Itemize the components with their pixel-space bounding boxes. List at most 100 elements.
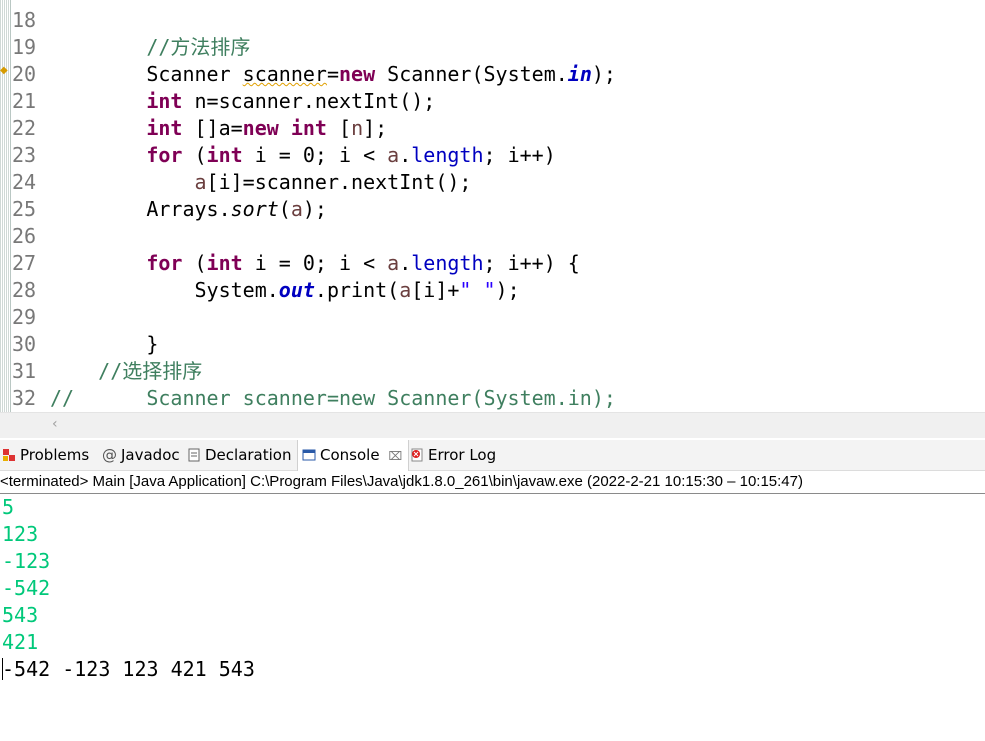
code-token: a — [290, 197, 303, 221]
code-token: System. — [50, 278, 279, 302]
console-input-line: 421 — [2, 630, 39, 654]
code-token: int — [146, 89, 183, 113]
code-text[interactable]: a[i]=scanner.nextInt(); — [50, 169, 472, 196]
code-token: ); — [302, 197, 327, 221]
code-token: []a= — [182, 116, 243, 140]
tab-error-log[interactable]: Error Log — [410, 440, 496, 470]
line-number: 20 — [12, 62, 37, 86]
code-token: ); — [495, 278, 520, 302]
line-number: 23 — [12, 143, 37, 167]
code-token: ]; — [363, 116, 388, 140]
line-number: 31 — [12, 359, 37, 383]
tab-problems[interactable]: Problems — [2, 440, 89, 470]
javadoc-icon: @ — [102, 446, 117, 464]
tab-label: Error Log — [428, 446, 497, 464]
code-token: . — [399, 143, 412, 167]
console-input-line: -542 — [2, 576, 51, 600]
view-tab-bar: Problems @ Javadoc Declaration Console ⌧ … — [0, 440, 985, 471]
close-icon[interactable]: ⌧ — [388, 449, 402, 463]
code-text[interactable]: //选择排序 — [50, 358, 202, 385]
code-token: .print( — [314, 278, 400, 302]
code-token: " " — [459, 278, 496, 302]
code-token: sort — [230, 197, 279, 221]
code-text[interactable]: int n=scanner.nextInt(); — [50, 88, 435, 115]
code-text[interactable]: } — [50, 331, 158, 358]
tab-label: Javadoc — [121, 446, 180, 464]
error-log-icon — [410, 442, 424, 462]
code-text[interactable]: Scanner scanner=new Scanner(System.in); — [50, 61, 616, 88]
line-number: 25 — [12, 197, 37, 221]
line-number: 27 — [12, 251, 37, 275]
code-token: int — [146, 116, 183, 140]
code-token: n=scanner.nextInt(); — [182, 89, 436, 113]
code-text[interactable]: for (int i = 0; i < a.length; i++) — [50, 142, 556, 169]
code-text[interactable]: int []a=new int [n]; — [50, 115, 387, 142]
declaration-icon — [187, 442, 201, 462]
code-token: in — [567, 62, 592, 86]
problems-icon — [2, 442, 16, 461]
code-token: ; i++) — [483, 143, 556, 167]
code-token: for — [146, 143, 183, 167]
code-token: out — [278, 278, 315, 302]
program-output-line: -542 -123 123 421 543 — [2, 657, 255, 681]
code-token: [i]+ — [411, 278, 460, 302]
console-output[interactable]: 5 123 -123 -542 543 421 -542 -123 123 421 543 — [0, 494, 985, 741]
code-token: i = 0; i < — [242, 251, 388, 275]
line-number: 22 — [12, 116, 37, 140]
code-token: . — [399, 251, 412, 275]
code-token: = — [326, 62, 339, 86]
tab-console[interactable]: Console ⌧ — [297, 440, 410, 471]
code-text[interactable]: System.out.print(a[i]+" "); — [50, 277, 520, 304]
code-token: ( — [182, 143, 207, 167]
code-editor[interactable]: ◆ 18 19 //方法排序 20 Scanner scanner=new Scan… — [0, 0, 985, 412]
code-text[interactable]: //方法排序 — [50, 34, 250, 61]
tab-declaration[interactable]: Declaration — [187, 440, 291, 470]
console-input-line: 5 — [2, 495, 15, 519]
code-token: length — [411, 251, 484, 275]
code-token: [ — [326, 116, 352, 140]
horizontal-scrollbar[interactable]: ‹ — [0, 412, 985, 438]
console-status-line: <terminated> Main [Java Application] C:\… — [0, 471, 985, 494]
scroll-left-icon[interactable]: ‹ — [52, 416, 58, 432]
line-number: 18 — [12, 8, 37, 32]
code-token: // Scanner scanner=new Scanner(System.in… — [50, 386, 616, 410]
console-icon — [302, 442, 316, 461]
code-token: scanner — [242, 62, 327, 86]
code-token: Scanner — [50, 62, 243, 86]
line-number: 24 — [12, 170, 37, 194]
scrollbar-track[interactable] — [66, 421, 966, 429]
code-text[interactable]: for (int i = 0; i < a.length; i++) { — [50, 250, 580, 277]
code-token: for — [146, 251, 183, 275]
code-token: Scanner(System. — [375, 62, 568, 86]
text-caret — [2, 658, 3, 680]
line-number: 32 — [12, 386, 37, 410]
code-token: ; i++) { — [483, 251, 580, 275]
code-token: a — [387, 143, 400, 167]
code-token: int — [206, 251, 243, 275]
code-text[interactable]: // Scanner scanner=new Scanner(System.in… — [50, 385, 616, 412]
code-token: ( — [278, 197, 291, 221]
code-text[interactable]: Arrays.sort(a); — [50, 196, 327, 223]
tab-label: Declaration — [205, 446, 292, 464]
code-token: a — [194, 170, 207, 194]
code-token: int — [290, 116, 327, 140]
code-token: //方法排序 — [146, 35, 251, 59]
code-token: a — [399, 278, 412, 302]
code-token: } — [50, 332, 159, 356]
code-token: int — [206, 143, 243, 167]
code-token: //选择排序 — [98, 359, 203, 383]
code-token: i = 0; i < — [242, 143, 388, 167]
tab-javadoc[interactable]: @ Javadoc — [102, 440, 180, 470]
warning-icon[interactable]: ◆ — [0, 66, 10, 76]
code-token: length — [411, 143, 484, 167]
tab-label: Console — [320, 446, 380, 464]
line-number: 29 — [12, 305, 37, 329]
code-token: new — [242, 116, 279, 140]
code-token: ); — [591, 62, 616, 86]
